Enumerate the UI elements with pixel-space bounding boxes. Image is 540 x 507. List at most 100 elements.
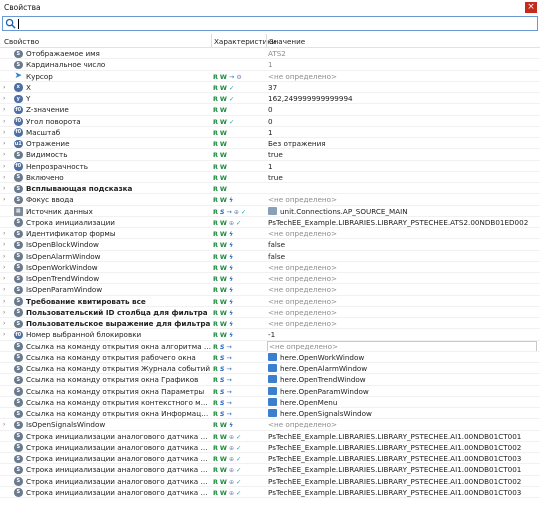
- property-row[interactable]: › u1 Отражение R W Без отражения: [0, 138, 540, 150]
- property-row[interactable]: › f0 Z-значение R W 0: [0, 104, 540, 116]
- property-row[interactable]: › S IsOpenParamWindow R Wϟ <не определено>: [0, 284, 540, 296]
- property-grid: Свойство Характеристики Значение S Отобра…: [0, 34, 540, 507]
- property-value-text: 0: [268, 105, 273, 115]
- property-value-text: <не определено>: [268, 319, 338, 328]
- property-row[interactable]: S Отображаемое имя ATS2: [0, 48, 540, 60]
- property-value-text: PsTechEE_Example.LIBRARIES.LIBRARY_PSTEC…: [268, 476, 522, 486]
- property-row[interactable]: › S Пользовательское выражение для фильтра…: [0, 318, 540, 330]
- property-value-text: here.OpenTrendWindow: [280, 375, 366, 385]
- property-value-text: 162,249999999999994: [268, 94, 353, 103]
- column-divider[interactable]: [211, 34, 212, 47]
- property-type-icon: f0: [14, 162, 23, 171]
- property-row[interactable]: S Ссылка на команду открытия окна Информа…: [0, 408, 540, 420]
- property-value-text: true: [268, 150, 283, 160]
- property-type-icon: S: [14, 184, 23, 193]
- property-row[interactable]: S Строка инициализации аналогового датчик…: [0, 476, 540, 487]
- property-row[interactable]: S Строка инициализации аналогового датчик…: [0, 442, 540, 453]
- property-row[interactable]: S Ссылка на команду открытия контекстного…: [0, 397, 540, 408]
- column-header-property[interactable]: Свойство: [4, 37, 39, 46]
- property-row[interactable]: › y Y R W ✓ 162,249999999999994: [0, 93, 540, 105]
- property-type-icon: S: [14, 308, 23, 317]
- property-row[interactable]: S Ссылка на команду открытия окна Графико…: [0, 374, 540, 386]
- property-type-icon: S: [14, 443, 23, 452]
- close-button[interactable]: ×: [525, 2, 537, 13]
- window-title: Свойства: [4, 3, 41, 12]
- property-row[interactable]: › S Пользовательский ID столбца для фильтр…: [0, 307, 540, 318]
- property-value-text: <не определено>: [268, 307, 338, 317]
- property-type-icon: S: [14, 364, 23, 373]
- property-value-text: <не определено>: [268, 71, 338, 81]
- property-type-icon: ▦: [14, 207, 23, 216]
- property-row[interactable]: › S IsOpenBlockWindow R Wϟ false: [0, 239, 540, 251]
- search-icon: [5, 18, 16, 29]
- property-row[interactable]: › x X R W ✓ 37: [0, 82, 540, 93]
- search-box[interactable]: [2, 16, 538, 31]
- property-row[interactable]: › S IsOpenTrendWindow R Wϟ <не определено>: [0, 273, 540, 285]
- property-row[interactable]: › S IsOpenSignalsWindow R Wϟ <не определено>: [0, 419, 540, 431]
- property-value-text: 1: [268, 161, 273, 171]
- property-value-text: here.OpenWorkWindow: [280, 352, 365, 362]
- property-row[interactable]: › f0 Непрозрачность R W 1: [0, 161, 540, 172]
- property-type-icon: x: [14, 83, 23, 92]
- search-input[interactable]: [18, 18, 533, 29]
- property-row[interactable]: S Строка инициализации аналогового датчик…: [0, 464, 540, 476]
- property-row[interactable]: S Ссылка на команду открытия Журнала собы…: [0, 363, 540, 375]
- property-type-icon: S: [14, 60, 23, 70]
- property-value-text: true: [268, 172, 283, 182]
- column-divider[interactable]: [266, 34, 267, 47]
- command-link-icon: [268, 352, 277, 361]
- property-type-icon: S: [14, 150, 23, 160]
- property-row[interactable]: ➤ Курсор R W → ⚙ <не определено>: [0, 71, 540, 82]
- property-value-text: here.OpenMenu: [280, 397, 338, 407]
- property-type-icon: S: [14, 319, 23, 328]
- property-value-text: PsTechEE_Example.LIBRARIES.LIBRARY_PSTEC…: [268, 442, 522, 452]
- property-row[interactable]: S Ссылка на команду открытия окна алгорит…: [0, 341, 540, 352]
- property-value-text: false: [268, 251, 286, 261]
- property-row[interactable]: S Строка инициализации R W ⊕ ✓ PsTechEE_Exampl…: [0, 217, 540, 228]
- property-row[interactable]: S Кардинальное число 1: [0, 59, 540, 71]
- property-value-text: <не определено>: [268, 420, 338, 430]
- command-link-icon: [268, 409, 277, 417]
- property-type-icon: S: [14, 420, 23, 430]
- property-row[interactable]: › S Видимость R Wtrue: [0, 149, 540, 161]
- column-header-value[interactable]: Значение: [269, 37, 305, 46]
- property-value-text: 0: [268, 116, 273, 126]
- property-row[interactable]: › S Всплывающая подсказка R W: [0, 183, 540, 195]
- grid-header: Свойство Характеристики Значение: [0, 34, 540, 48]
- property-type-icon: S: [14, 285, 23, 295]
- property-value-text: <не определено>: [268, 285, 338, 295]
- property-type-icon: S: [14, 353, 23, 362]
- property-row[interactable]: S Строка инициализации аналогового датчик…: [0, 431, 540, 442]
- property-type-icon: u1: [14, 139, 23, 148]
- property-row[interactable]: › S IsOpenWorkWindow R Wϟ <не определено>: [0, 262, 540, 273]
- property-value-text: 1: [268, 60, 273, 70]
- property-row[interactable]: S Строка инициализации аналогового датчик…: [0, 453, 540, 465]
- property-row[interactable]: › S Идентификатор формы R Wϟ <не определено>: [0, 228, 540, 240]
- property-row[interactable]: S Ссылка на команду открытия окна Парамет…: [0, 386, 540, 397]
- property-type-icon: S: [14, 173, 23, 182]
- property-type-icon: S: [14, 465, 23, 475]
- property-rows: S Отображаемое имя ATS2 S Кардинальное число…: [0, 48, 540, 498]
- property-row[interactable]: › f0 Угол поворота R W ✓ 0: [0, 116, 540, 127]
- property-row[interactable]: › S Требование квитировать все R Wϟ <не опред…: [0, 296, 540, 307]
- property-row[interactable]: › f0 Масштаб R W 1: [0, 127, 540, 138]
- property-row[interactable]: › S Фокус ввода R Wϟ <не определено>: [0, 194, 540, 206]
- property-row[interactable]: › S IsOpenAlarmWindow R Wϟ false: [0, 251, 540, 262]
- property-type-icon: S: [14, 398, 23, 407]
- property-row[interactable]: S Ссылка на команду открытия рабочего окн…: [0, 352, 540, 363]
- property-row[interactable]: S Строка инициализации аналогового датчик…: [0, 487, 540, 498]
- property-row[interactable]: › S Включено R Wtrue: [0, 172, 540, 183]
- property-value-text: PsTechEE_Example.LIBRARIES.LIBRARY_PSTEC…: [268, 465, 522, 475]
- property-value-text: PsTechEE_Example.LIBRARIES.LIBRARY_PSTEC…: [268, 487, 522, 497]
- property-value-text: here.OpenSignalsWindow: [280, 409, 372, 418]
- property-type-icon: S: [14, 409, 23, 418]
- property-row[interactable]: ▦ Источник данных R S → ⊕ ✓ unit.Connections.AP…: [0, 206, 540, 217]
- property-value-text: here.OpenAlarmWindow: [280, 364, 368, 373]
- property-row[interactable]: › f0 Номер выбранной блокировки R Wϟ -1: [0, 329, 540, 341]
- property-type-icon: f0: [14, 105, 23, 115]
- property-type-icon: f0: [14, 330, 23, 340]
- property-type-icon: S: [14, 375, 23, 385]
- property-value-text: <не определено>: [268, 274, 338, 283]
- property-value-text: <не определено>: [268, 229, 338, 238]
- property-type-icon: S: [14, 218, 23, 227]
